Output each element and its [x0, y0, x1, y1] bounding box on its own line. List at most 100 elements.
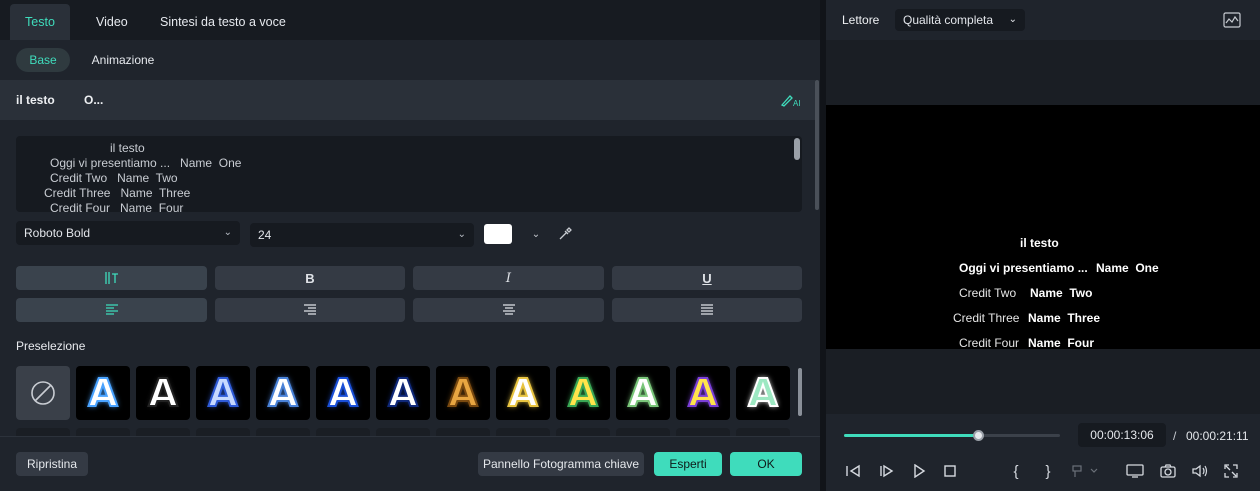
preview-letterbox-bottom — [826, 349, 1260, 414]
preset-row2-item[interactable] — [436, 428, 490, 436]
subtab-base[interactable]: Base — [16, 48, 70, 72]
preset-row2-item[interactable] — [556, 428, 610, 436]
preset-row2-item[interactable] — [676, 428, 730, 436]
preset-row2-item[interactable] — [76, 428, 130, 436]
panel-scrollbar[interactable] — [815, 80, 819, 210]
preset-row2-item[interactable] — [196, 428, 250, 436]
stop-icon[interactable] — [939, 460, 961, 482]
preset-style-3[interactable]: A — [196, 366, 250, 420]
preset-style-9[interactable]: A — [556, 366, 610, 420]
tab-tts[interactable]: Sintesi da testo a voce — [160, 4, 286, 40]
next-frame-icon[interactable] — [875, 460, 897, 482]
keyframe-panel-button[interactable]: Pannello Fotogramma chiave — [478, 452, 644, 476]
font-size-value: 24 — [258, 228, 272, 242]
preview-line-left: Credit Four — [959, 336, 1020, 349]
align-right-icon — [304, 304, 316, 315]
bold-button[interactable]: B — [215, 266, 405, 290]
preset-row2-item[interactable] — [136, 428, 190, 436]
preset-glyph: A — [627, 370, 658, 416]
align-justify-icon — [701, 304, 713, 315]
text-spacing-button[interactable] — [16, 266, 207, 290]
insert-icon[interactable] — [1069, 460, 1103, 482]
preset-style-4[interactable]: A — [256, 366, 310, 420]
quality-select[interactable]: Qualità completa ⌄ — [895, 9, 1025, 31]
expert-button[interactable]: Esperti — [654, 452, 722, 476]
preset-style-2[interactable]: A — [136, 366, 190, 420]
preset-style-1[interactable]: A — [76, 366, 130, 420]
preview-line-left: Oggi vi presentiamo ... — [959, 261, 1088, 275]
preset-row2-item[interactable] — [256, 428, 310, 436]
preset-row2-item[interactable] — [496, 428, 550, 436]
align-left-button[interactable] — [16, 298, 207, 322]
preset-glyph: A — [267, 370, 298, 416]
chevron-down-icon[interactable]: ⌄ — [528, 226, 544, 242]
preset-glyph: A — [147, 370, 178, 416]
camera-icon[interactable] — [1157, 460, 1179, 482]
section-item[interactable]: O... — [84, 80, 103, 120]
eyedropper-icon[interactable] — [557, 226, 573, 242]
font-size-select[interactable]: 24 ⌄ — [250, 223, 474, 247]
mark-out-icon[interactable]: } — [1037, 460, 1059, 482]
preview-letterbox-top — [826, 40, 1260, 105]
video-preview[interactable]: il testo Oggi vi presentiamo ... Name On… — [826, 105, 1260, 349]
preset-glyph: A — [747, 370, 778, 416]
section-title[interactable]: il testo — [16, 80, 55, 120]
italic-button[interactable]: I — [413, 266, 604, 290]
preset-row2-item[interactable] — [736, 428, 790, 436]
preview-line-right: Name Two — [1030, 286, 1093, 300]
preset-style-5[interactable]: A — [316, 366, 370, 420]
presets-scrollbar[interactable] — [798, 368, 802, 416]
playback-progress-bar[interactable] — [844, 430, 1060, 441]
text-scrollbar[interactable] — [794, 138, 800, 160]
preview-line-right: Name Three — [1028, 311, 1101, 325]
font-family-select[interactable]: Roboto Bold ⌄ — [16, 221, 240, 245]
ok-button[interactable]: OK — [730, 452, 802, 476]
no-style-icon — [31, 381, 55, 405]
chevron-down-icon: ⌄ — [1008, 14, 1017, 25]
tab-video[interactable]: Video — [96, 4, 128, 40]
text-line: Credit Three Name Three — [44, 186, 191, 200]
preview-line: il testo — [1020, 236, 1059, 250]
reset-button[interactable]: Ripristina — [16, 452, 88, 476]
preview-line-right: Name One — [1096, 261, 1159, 275]
volume-icon[interactable] — [1189, 460, 1211, 482]
preset-style-8[interactable]: A — [496, 366, 550, 420]
prev-frame-icon[interactable] — [842, 460, 864, 482]
preset-row2-item[interactable] — [616, 428, 670, 436]
preset-none[interactable] — [16, 366, 70, 420]
preset-row2-item[interactable] — [316, 428, 370, 436]
play-icon[interactable] — [908, 460, 930, 482]
align-right-button[interactable] — [215, 298, 405, 322]
ai-pen-icon[interactable]: AI — [780, 92, 802, 108]
preset-row2-item[interactable] — [376, 428, 430, 436]
fullscreen-icon[interactable] — [1220, 460, 1242, 482]
text-editor-panel: Testo Video Sintesi da testo a voce Base… — [0, 0, 820, 491]
preset-glyph: A — [387, 370, 418, 416]
preset-style-7[interactable]: A — [436, 366, 490, 420]
scopes-icon[interactable] — [1222, 11, 1242, 29]
align-left-icon — [105, 304, 118, 315]
preset-style-10[interactable]: A — [616, 366, 670, 420]
align-center-button[interactable] — [413, 298, 604, 322]
preset-style-12[interactable]: A — [736, 366, 790, 420]
total-time: 00:00:21:11 — [1186, 429, 1249, 443]
preset-glyph: A — [507, 370, 538, 416]
progress-handle[interactable] — [972, 430, 984, 441]
tab-testo[interactable]: Testo — [10, 4, 70, 40]
color-swatch[interactable] — [484, 224, 512, 244]
subtab-animazione[interactable]: Animazione — [84, 48, 162, 72]
text-content-editor[interactable]: il testo Oggi vi presentiamo ... Name On… — [16, 136, 802, 212]
player-panel: Lettore Qualità completa ⌄ il testo Oggi… — [826, 0, 1260, 491]
preset-style-6[interactable]: A — [376, 366, 430, 420]
mark-in-icon[interactable]: { — [1005, 460, 1027, 482]
monitor-icon[interactable] — [1124, 460, 1146, 482]
preset-row2-item[interactable] — [16, 428, 70, 436]
player-title: Lettore — [842, 13, 880, 27]
preset-style-11[interactable]: A — [676, 366, 730, 420]
presets-label: Preselezione — [16, 339, 86, 353]
align-justify-button[interactable] — [612, 298, 802, 322]
underline-button[interactable]: U — [612, 266, 802, 290]
preset-glyph: A — [687, 370, 718, 416]
current-time[interactable]: 00:00:13:06 — [1078, 423, 1166, 447]
text-layer-bar: il testo O... AI — [0, 80, 815, 120]
